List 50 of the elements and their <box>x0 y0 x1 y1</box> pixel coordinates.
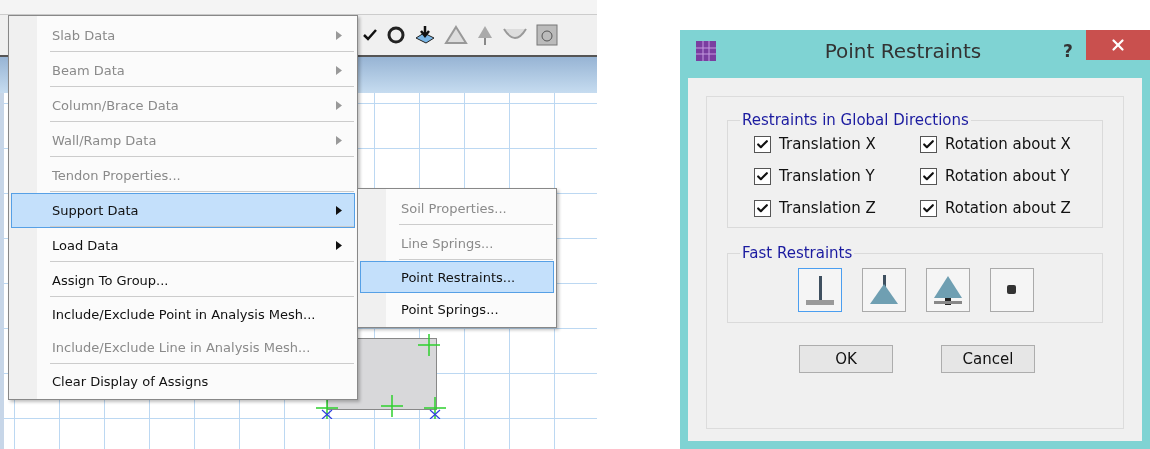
down-arrow-plane-icon[interactable] <box>414 25 436 45</box>
checkbox-label: Translation Y <box>779 167 875 185</box>
support-marker-icon <box>316 397 338 419</box>
ok-button[interactable]: OK <box>799 345 893 373</box>
menu-item[interactable]: Include/Exclude Point in Analysis Mesh... <box>11 298 355 330</box>
app-icon <box>696 41 716 61</box>
support-marker-icon <box>418 334 440 356</box>
point-icon <box>1006 284 1018 296</box>
support-marker-icon <box>424 397 446 419</box>
ring-icon[interactable] <box>386 25 406 45</box>
submenu-arrow-icon <box>336 241 342 250</box>
support-marker-icon <box>381 395 403 417</box>
menu-item[interactable]: Point Springs... <box>360 293 554 325</box>
menu-item[interactable]: Support Data <box>11 193 355 228</box>
cancel-button[interactable]: Cancel <box>941 345 1035 373</box>
submenu-arrow-icon <box>336 66 342 75</box>
close-icon <box>1109 36 1127 54</box>
checkbox[interactable] <box>920 135 937 153</box>
menu-item[interactable]: Clear Display of Assigns <box>11 365 355 397</box>
support-type-button[interactable] <box>990 268 1034 312</box>
checkbox[interactable] <box>920 167 937 185</box>
checkbox-label: Translation X <box>779 135 876 153</box>
submenu-arrow-icon <box>336 136 342 145</box>
checkmark-icon <box>922 201 935 215</box>
help-button[interactable]: ? <box>1050 41 1086 61</box>
submenu-arrow-icon <box>336 31 342 40</box>
dialog-title: Point Restraints <box>823 39 983 63</box>
checkbox[interactable] <box>920 199 937 217</box>
checkmark-icon <box>756 201 769 215</box>
checkbox[interactable] <box>754 135 771 153</box>
support-type-button[interactable] <box>798 268 842 312</box>
checkmark-icon <box>922 169 935 183</box>
checkbox[interactable] <box>754 167 771 185</box>
submenu-arrow-icon <box>336 101 342 110</box>
checkbox-label: Translation Z <box>779 199 876 217</box>
checkbox[interactable] <box>754 199 771 217</box>
menu-item[interactable]: Load Data <box>11 228 355 263</box>
checkmark-icon <box>756 169 769 183</box>
checkbox-label: Rotation about X <box>945 135 1071 153</box>
group-title: Fast Restraints <box>741 244 854 262</box>
checkmark-icon <box>922 137 935 151</box>
checkmark-icon[interactable] <box>362 27 378 43</box>
checkmark-icon <box>756 137 769 151</box>
close-button[interactable] <box>1086 30 1150 60</box>
group-title: Restraints in Global Directions <box>741 111 970 129</box>
menu-item[interactable]: Point Restraints... <box>360 261 554 293</box>
menu-item[interactable]: Assign To Group... <box>11 263 355 298</box>
checkbox-label: Rotation about Y <box>945 167 1070 185</box>
submenu-arrow-icon <box>336 206 342 215</box>
checkbox-label: Rotation about Z <box>945 199 1071 217</box>
